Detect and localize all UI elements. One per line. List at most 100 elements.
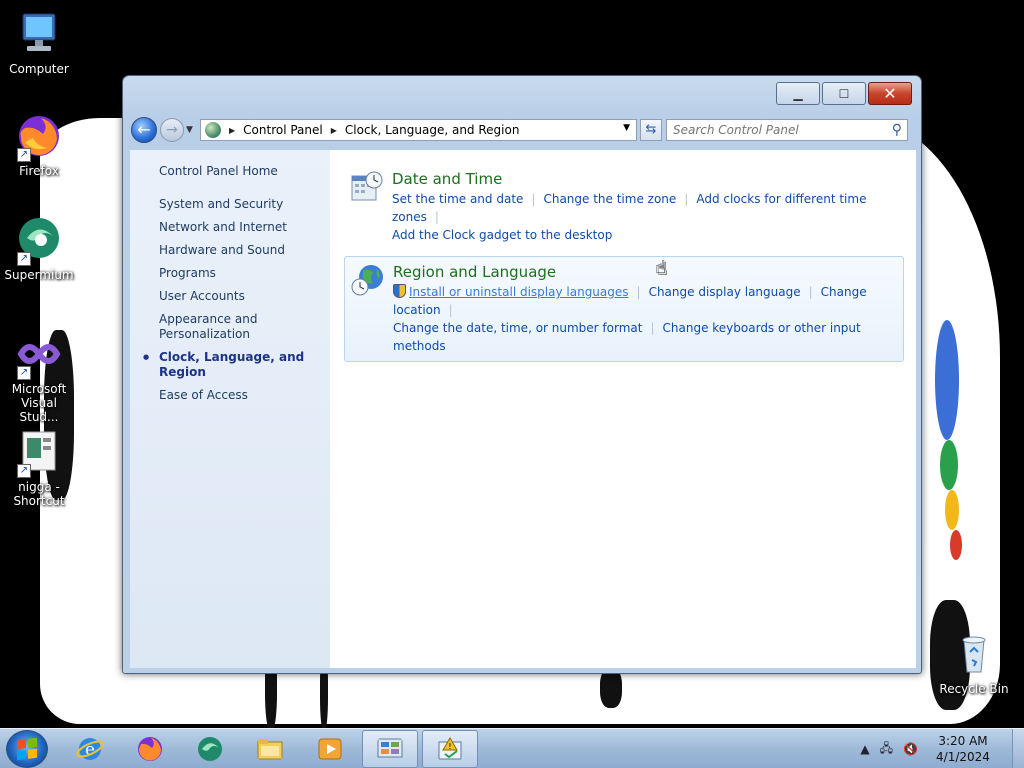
hand-pointer-icon: ☝ xyxy=(656,258,667,279)
task-link[interactable]: Set the time and date xyxy=(392,192,523,206)
desktop-icon-label: Firefox xyxy=(19,164,59,178)
close-button[interactable]: ✕ xyxy=(868,82,912,105)
shortcut-arrow-icon: ↗ xyxy=(17,464,31,478)
left-navigation-pane: Control Panel Home System and Security N… xyxy=(130,150,330,668)
task-link[interactable]: Add the Clock gadget to the desktop xyxy=(392,228,612,242)
link-divider: | xyxy=(448,303,453,317)
refresh-icon: ⇆ xyxy=(645,122,657,137)
start-button[interactable] xyxy=(6,729,48,768)
task-link[interactable]: Install or uninstall display languages xyxy=(409,285,629,299)
nav-ease-of-access[interactable]: Ease of Access xyxy=(130,388,330,403)
image-file-icon: ↗ xyxy=(15,428,63,478)
desktop-icon-label: Recycle Bin xyxy=(939,682,1009,696)
control-panel-window[interactable]: ▁ ☐ ✕ ← → ▼ ▶ Control Panel ▶ Clock, Lan… xyxy=(122,75,922,674)
taskbar-internet-explorer[interactable]: e xyxy=(62,730,118,768)
forward-button[interactable]: → xyxy=(160,118,184,142)
wallpaper-streak xyxy=(600,668,622,708)
desktop-icon-firefox[interactable]: ↗ Firefox xyxy=(1,112,77,178)
desktop-icon-recycle-bin[interactable]: Recycle Bin xyxy=(936,630,1012,696)
chevron-down-icon: ▼ xyxy=(186,125,193,135)
internet-explorer-icon: e xyxy=(76,737,104,760)
forward-arrow-icon: → xyxy=(166,122,178,138)
taskbar-supermium[interactable] xyxy=(182,730,238,768)
wallpaper-color-yellow xyxy=(945,490,959,530)
recycle-bin-icon xyxy=(950,630,998,678)
breadcrumb-control-panel[interactable]: Control Panel xyxy=(243,123,323,137)
link-divider: | xyxy=(434,210,439,224)
maximize-button[interactable]: ☐ xyxy=(822,82,866,105)
taskbar-clock[interactable]: 3:20 AM 4/1/2024 xyxy=(928,733,998,765)
show-desktop-button[interactable] xyxy=(1012,729,1024,768)
clock-calendar-icon xyxy=(350,170,384,204)
back-button[interactable]: ← xyxy=(131,117,157,143)
task-link[interactable]: Change display language xyxy=(649,285,801,299)
link-divider: | xyxy=(650,321,655,335)
computer-icon xyxy=(15,10,63,58)
taskbar-file-explorer[interactable] xyxy=(242,730,298,768)
address-dropdown-icon[interactable]: ▼ xyxy=(623,123,630,133)
search-icon[interactable]: ⚲ xyxy=(892,122,902,138)
nav-hardware-and-sound[interactable]: Hardware and Sound xyxy=(130,243,330,258)
show-hidden-icons-icon[interactable]: ▲ xyxy=(860,742,869,756)
file-explorer-icon xyxy=(257,738,283,759)
shortcut-arrow-icon: ↗ xyxy=(17,148,31,162)
breadcrumb-separator-icon: ▶ xyxy=(229,125,236,135)
globe-clock-icon xyxy=(351,263,385,297)
category-date-and-time: Date and Time Set the time and date | Chan… xyxy=(344,164,904,250)
wallpaper-color-red xyxy=(950,530,962,560)
link-divider: | xyxy=(636,285,641,299)
supermium-icon: ↗ xyxy=(15,216,63,266)
refresh-button[interactable]: ⇆ xyxy=(640,119,662,141)
window-content: Control Panel Home System and Security N… xyxy=(130,150,916,668)
recent-pages-dropdown[interactable]: ▼ xyxy=(186,125,198,135)
desktop-icon-label: Supermium xyxy=(4,268,74,282)
category-region-and-language: Region and Language Install or uninstall… xyxy=(344,256,904,362)
back-arrow-icon: ← xyxy=(137,120,151,139)
taskbar: e ! ▲ 🖧 🔇 3:20 AM 4/1/2024 xyxy=(0,728,1024,768)
category-title[interactable]: Date and Time xyxy=(392,170,894,188)
nav-user-accounts[interactable]: User Accounts xyxy=(130,289,330,304)
category-links: Install or uninstall display languages | C… xyxy=(393,283,893,355)
clock-time: 3:20 AM xyxy=(938,734,988,748)
clock-date: 4/1/2024 xyxy=(936,750,990,764)
firefox-icon xyxy=(138,736,162,761)
category-title[interactable]: Region and Language xyxy=(393,263,893,281)
network-icon[interactable]: 🖧 xyxy=(880,739,893,760)
desktop-icon-image-shortcut[interactable]: ↗ nigga - Shortcut xyxy=(1,428,77,508)
taskbar-action-center[interactable]: ! xyxy=(422,729,478,768)
shortcut-arrow-icon: ↗ xyxy=(17,366,31,380)
desktop-icon-label: nigga - Shortcut xyxy=(13,480,65,508)
category-links: Set the time and date | Change the time zo… xyxy=(392,190,894,244)
desktop-icon-computer[interactable]: Computer xyxy=(1,10,77,76)
breadcrumb-current[interactable]: Clock, Language, and Region xyxy=(345,123,520,137)
nav-network-and-internet[interactable]: Network and Internet xyxy=(130,220,330,235)
link-divider: | xyxy=(684,192,689,206)
taskbar-firefox[interactable] xyxy=(122,730,178,768)
search-input[interactable] xyxy=(673,123,873,137)
desktop-icon-label: Computer xyxy=(9,62,69,76)
search-box[interactable]: ⚲ xyxy=(666,119,908,141)
desktop-icon-supermium[interactable]: ↗ Supermium xyxy=(1,216,77,282)
volume-muted-icon[interactable]: 🔇 xyxy=(903,742,918,756)
taskbar-media-player[interactable] xyxy=(302,730,358,768)
visual-studio-icon: ↗ xyxy=(15,330,63,380)
wallpaper-color-blue xyxy=(935,320,959,440)
task-link[interactable]: Change the time zone xyxy=(543,192,676,206)
nav-clock-language-region[interactable]: Clock, Language, and Region xyxy=(130,350,330,380)
control-panel-home-link[interactable]: Control Panel Home xyxy=(130,164,330,179)
supermium-icon xyxy=(198,736,222,761)
shortcut-arrow-icon: ↗ xyxy=(17,252,31,266)
nav-programs[interactable]: Programs xyxy=(130,266,330,281)
task-link[interactable]: Change the date, time, or number format xyxy=(393,321,642,335)
desktop-icon-visual-studio[interactable]: ↗ Microsoft Visual Stud... xyxy=(1,330,77,424)
minimize-button[interactable]: ▁ xyxy=(776,82,820,105)
nav-appearance[interactable]: Appearance and Personalization xyxy=(130,312,330,342)
uac-shield-icon xyxy=(393,284,406,298)
windows-logo-icon xyxy=(17,737,37,760)
link-divider: | xyxy=(531,192,536,206)
system-tray: ▲ 🖧 🔇 3:20 AM 4/1/2024 xyxy=(860,729,1024,768)
taskbar-control-panel[interactable] xyxy=(362,729,418,768)
navigation-bar: ← → ▼ ▶ Control Panel ▶ Clock, Language,… xyxy=(131,116,915,144)
nav-system-and-security[interactable]: System and Security xyxy=(130,197,330,212)
address-bar[interactable]: ▶ Control Panel ▶ Clock, Language, and R… xyxy=(200,119,637,141)
